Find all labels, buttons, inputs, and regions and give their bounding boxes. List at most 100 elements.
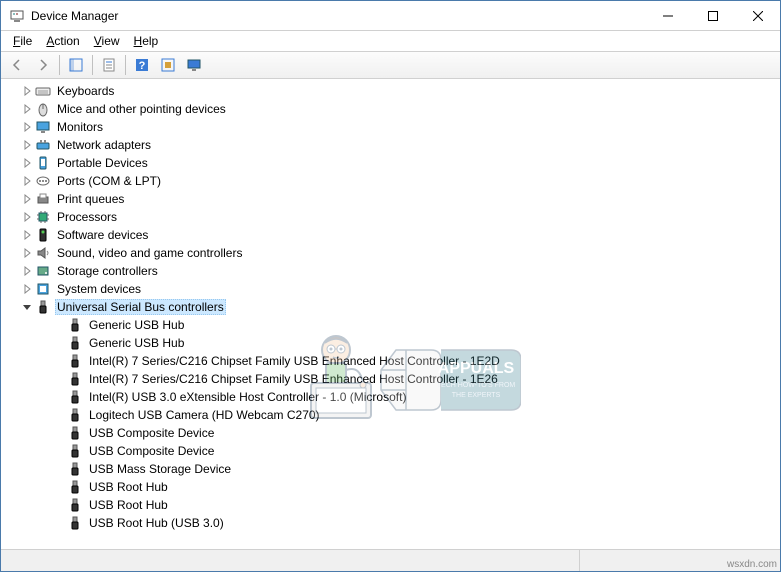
tree-category-label[interactable]: Processors [55,210,119,224]
expand-icon[interactable] [21,247,33,259]
toolbar-separator [125,55,126,75]
help-button[interactable]: ? [130,53,154,77]
expander-spacer [53,517,65,529]
tree-category-label[interactable]: Ports (COM & LPT) [55,174,163,188]
tree-category-label[interactable]: Mice and other pointing devices [55,102,228,116]
tree-category-label[interactable]: Keyboards [55,84,116,98]
app-icon [9,8,25,24]
tree-category-label[interactable]: Portable Devices [55,156,150,170]
expand-icon[interactable] [21,103,33,115]
tree-device[interactable]: USB Composite Device [7,424,780,442]
tree-category[interactable]: Software devices [7,226,780,244]
tree-device-label[interactable]: USB Root Hub [87,480,170,494]
tree-device[interactable]: Intel(R) USB 3.0 eXtensible Host Control… [7,388,780,406]
expand-icon[interactable] [21,85,33,97]
device-tree[interactable]: Keyboards Mice and other pointing devices… [1,80,780,549]
tree-device[interactable]: USB Mass Storage Device [7,460,780,478]
expand-icon[interactable] [21,211,33,223]
tree-category-label[interactable]: System devices [55,282,143,296]
cpu-icon [35,209,51,225]
tree-category[interactable]: Monitors [7,118,780,136]
usb-icon [67,389,83,405]
menu-file[interactable]: File [7,33,38,49]
mouse-icon [35,101,51,117]
tree-device-label[interactable]: USB Root Hub (USB 3.0) [87,516,226,530]
show-hide-tree-button[interactable] [64,53,88,77]
system-icon [35,281,51,297]
expand-icon[interactable] [21,175,33,187]
tree-device-label[interactable]: Generic USB Hub [87,336,186,350]
expand-icon[interactable] [21,229,33,241]
tree-category[interactable]: Sound, video and game controllers [7,244,780,262]
tree-device-label[interactable]: Intel(R) 7 Series/C216 Chipset Family US… [87,372,500,386]
expand-icon[interactable] [21,139,33,151]
usb-icon [67,335,83,351]
properties-button[interactable] [97,53,121,77]
tree-device[interactable]: Intel(R) 7 Series/C216 Chipset Family US… [7,370,780,388]
monitor-icon [35,119,51,135]
tree-category-label[interactable]: Print queues [55,192,126,206]
tree-device-label[interactable]: USB Mass Storage Device [87,462,233,476]
tree-device[interactable]: USB Root Hub [7,478,780,496]
tree-category-label[interactable]: Monitors [55,120,105,134]
tree-device[interactable]: USB Composite Device [7,442,780,460]
usb-icon [67,353,83,369]
tree-category[interactable]: Mice and other pointing devices [7,100,780,118]
tree-category[interactable]: Universal Serial Bus controllers [7,298,780,316]
tree-device[interactable]: Logitech USB Camera (HD Webcam C270) [7,406,780,424]
tree-category[interactable]: Keyboards [7,82,780,100]
tree-device[interactable]: USB Root Hub (USB 3.0) [7,514,780,532]
scan-hardware-button[interactable] [156,53,180,77]
tree-category-label[interactable]: Software devices [55,228,150,242]
menu-action[interactable]: Action [40,33,85,49]
usb-icon [67,479,83,495]
tree-category[interactable]: Ports (COM & LPT) [7,172,780,190]
close-button[interactable] [735,1,780,30]
tree-device-label[interactable]: USB Root Hub [87,498,170,512]
minimize-button[interactable] [645,1,690,30]
tree-device[interactable]: Intel(R) 7 Series/C216 Chipset Family US… [7,352,780,370]
maximize-button[interactable] [690,1,735,30]
monitor-button[interactable] [182,53,206,77]
svg-text:?: ? [139,60,146,72]
expander-spacer [53,337,65,349]
tree-device[interactable]: Generic USB Hub [7,316,780,334]
expand-icon[interactable] [21,265,33,277]
expand-icon[interactable] [21,157,33,169]
keyboard-icon [35,83,51,99]
collapse-icon[interactable] [21,301,33,313]
back-button[interactable] [5,53,29,77]
tree-device-label[interactable]: Intel(R) USB 3.0 eXtensible Host Control… [87,390,408,404]
content-area: Keyboards Mice and other pointing devices… [1,79,780,549]
tree-category-label[interactable]: Sound, video and game controllers [55,246,244,260]
tree-device-label[interactable]: USB Composite Device [87,444,216,458]
tree-category[interactable]: Portable Devices [7,154,780,172]
tree-category[interactable]: Network adapters [7,136,780,154]
usb-icon [67,497,83,513]
expander-spacer [53,427,65,439]
menu-view[interactable]: View [88,33,126,49]
tree-device[interactable]: Generic USB Hub [7,334,780,352]
usb-icon [67,461,83,477]
expand-icon[interactable] [21,193,33,205]
tree-device-label[interactable]: Generic USB Hub [87,318,186,332]
port-icon [35,173,51,189]
tree-category[interactable]: Storage controllers [7,262,780,280]
expand-icon[interactable] [21,283,33,295]
network-icon [35,137,51,153]
tree-category-label[interactable]: Storage controllers [55,264,160,278]
tree-category[interactable]: Print queues [7,190,780,208]
expand-icon[interactable] [21,121,33,133]
tree-device-label[interactable]: USB Composite Device [87,426,216,440]
tree-category[interactable]: System devices [7,280,780,298]
tree-device-label[interactable]: Intel(R) 7 Series/C216 Chipset Family US… [87,354,502,368]
tree-device-label[interactable]: Logitech USB Camera (HD Webcam C270) [87,408,322,422]
menu-help[interactable]: Help [128,33,165,49]
tree-category[interactable]: Processors [7,208,780,226]
tree-device[interactable]: USB Root Hub [7,496,780,514]
forward-button[interactable] [31,53,55,77]
credit-text: wsxdn.com [727,559,777,570]
tree-category-label[interactable]: Network adapters [55,138,153,152]
expander-spacer [53,445,65,457]
tree-category-label[interactable]: Universal Serial Bus controllers [55,299,226,315]
